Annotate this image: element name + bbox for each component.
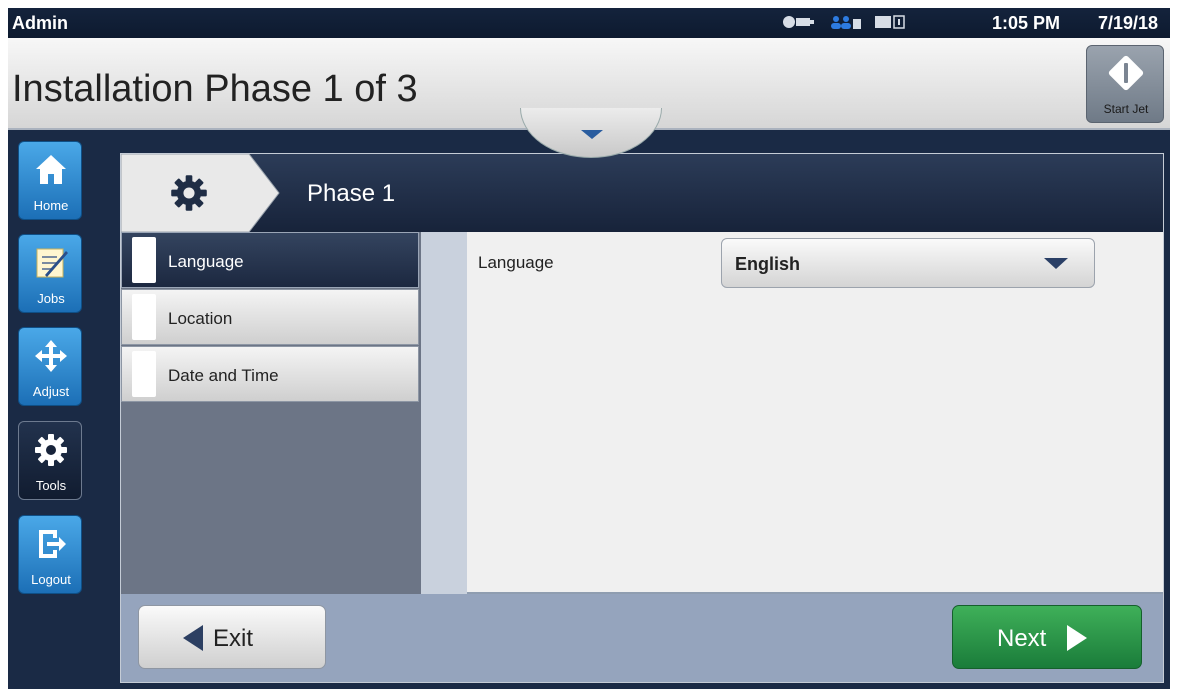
move-arrows-icon (35, 340, 67, 372)
phase-title: Phase 1 (307, 180, 396, 207)
exit-button[interactable]: Exit (138, 605, 326, 669)
header-pulldown-tab[interactable] (520, 108, 662, 158)
menu-item-date-and-time[interactable]: Date and Time (121, 346, 419, 402)
nav-jobs-label: Jobs (37, 291, 65, 306)
gear-icon (35, 434, 67, 466)
menu-divider (421, 232, 467, 594)
page-title: Installation Phase 1 of 3 (12, 68, 418, 110)
nav-logout-button[interactable]: Logout (18, 515, 82, 594)
logout-icon (39, 530, 66, 558)
status-icons (783, 15, 907, 29)
settings-menu: Language Location Date and Time (121, 232, 421, 594)
chevron-down-icon (581, 130, 603, 139)
next-label: Next (997, 625, 1047, 652)
language-field-label: Language (478, 253, 554, 272)
start-jet-icon (1108, 55, 1144, 91)
start-jet-button[interactable]: Start Jet (1086, 45, 1164, 123)
clock-time: 1:05 PM (992, 13, 1061, 33)
home-icon (36, 155, 66, 184)
jobs-icon (36, 248, 68, 278)
menu-item-label: Date and Time (168, 366, 279, 385)
menu-item-label: Location (168, 309, 233, 328)
user-label: Admin (12, 13, 68, 33)
next-button[interactable]: Next (952, 605, 1142, 669)
phase-header: Phase 1 (121, 154, 1163, 232)
gear-icon (171, 175, 207, 211)
footer-bar: Exit Next (121, 594, 1163, 682)
nav-logout-label: Logout (31, 572, 71, 587)
menu-item-label: Language (168, 252, 244, 271)
ink-cartridge-icon (783, 15, 815, 29)
menu-item-location[interactable]: Location (121, 289, 419, 345)
clock-date: 7/19/18 (1098, 13, 1159, 33)
arrow-left-icon (183, 625, 203, 651)
nav-jobs-button[interactable]: Jobs (18, 234, 82, 313)
arrow-right-icon (1067, 625, 1087, 651)
nav-adjust-button[interactable]: Adjust (18, 327, 82, 406)
app-frame: Admin 1:05 PM 7/19/18 Installation Phase… (8, 8, 1170, 689)
chevron-down-icon (1044, 258, 1068, 269)
menu-item-marker (132, 351, 156, 397)
exit-label: Exit (213, 625, 254, 652)
menu-item-marker (132, 237, 156, 283)
network-icon (829, 15, 861, 29)
status-bar: Admin 1:05 PM 7/19/18 (8, 8, 1170, 38)
nav-tools-label: Tools (35, 478, 67, 493)
nav-home-button[interactable]: Home (18, 141, 82, 220)
start-jet-label: Start Jet (1103, 102, 1149, 116)
menu-item-language[interactable]: Language (121, 232, 419, 288)
language-select[interactable]: English (721, 238, 1095, 288)
nav-adjust-label: Adjust (32, 384, 70, 399)
nav-tools-button[interactable]: Tools (18, 421, 82, 500)
nav-home-label: Home (33, 198, 69, 213)
menu-item-marker (132, 294, 156, 340)
settings-content: Language English (467, 232, 1163, 594)
main-panel: Phase 1 Language Location Date and Time … (120, 153, 1164, 683)
memory-icon (875, 15, 907, 29)
language-select-value: English (735, 254, 801, 274)
